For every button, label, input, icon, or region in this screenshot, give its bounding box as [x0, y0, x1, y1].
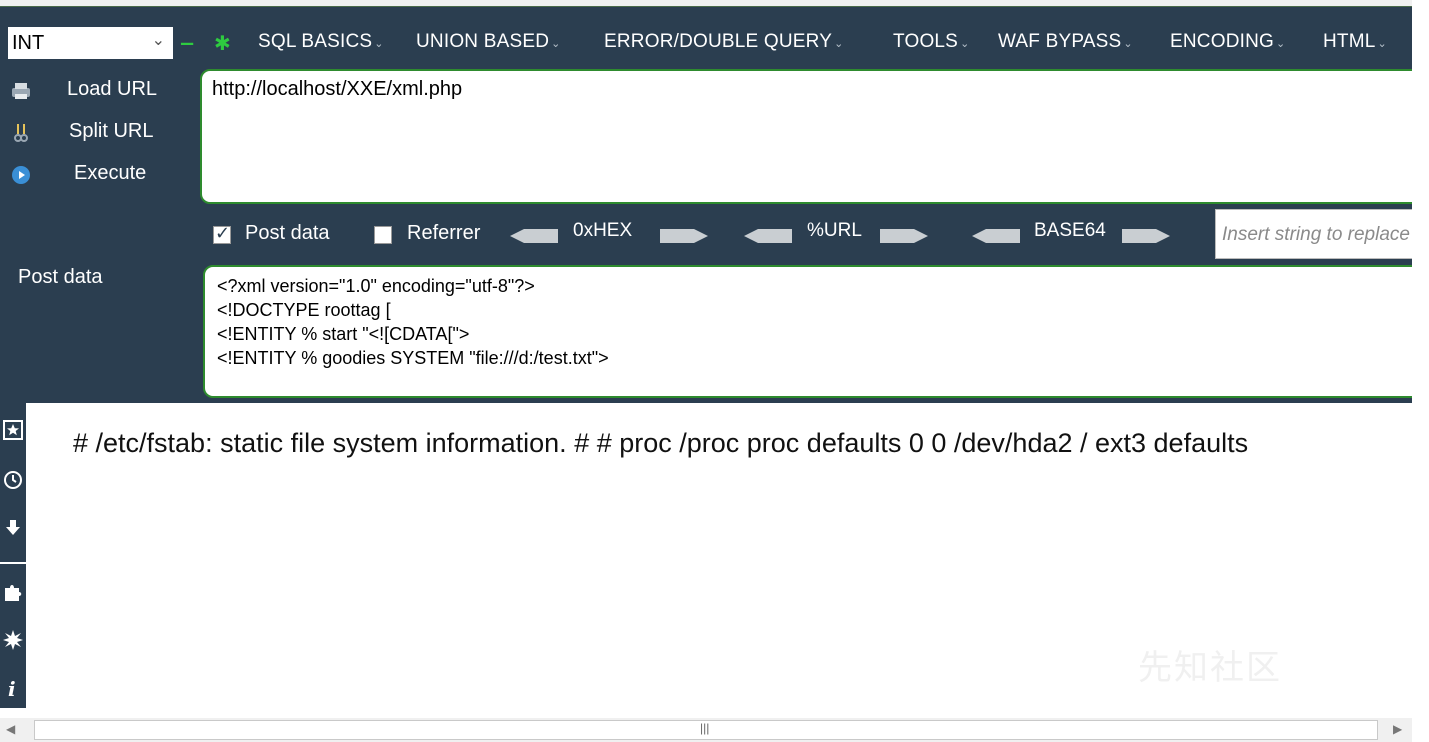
split-url-label: Split URL: [69, 120, 154, 142]
chevron-down-icon: ⌄: [1123, 38, 1133, 50]
menu-label: SQL BASICS: [258, 31, 373, 52]
star-icon[interactable]: ✱: [214, 31, 231, 56]
minus-icon[interactable]: ‒: [181, 30, 193, 56]
url-decode-arrow-icon[interactable]: [744, 229, 792, 243]
sidebar-divider: [0, 562, 26, 564]
menu-label: ERROR/DOUBLE QUERY: [604, 31, 833, 52]
load-url-label: Load URL: [67, 78, 158, 100]
download-icon[interactable]: [3, 518, 23, 538]
menu-label: HTML: [1323, 31, 1376, 52]
menu-waf-bypass[interactable]: WAF BYPASS ⌄: [998, 31, 1133, 53]
menu-label: TOOLS: [893, 31, 959, 52]
type-select-value: INT: [12, 32, 45, 54]
insert-string-placeholder: Insert string to replace: [1222, 224, 1410, 245]
chevron-down-icon: ⌄: [834, 38, 844, 50]
printer-icon: [12, 83, 30, 99]
chevron-down-icon: ⌄: [960, 38, 970, 50]
menu-encoding[interactable]: ENCODING ⌄: [1170, 31, 1285, 53]
chevron-down-icon: ⌄: [374, 38, 384, 50]
bookmark-star-icon[interactable]: [3, 420, 23, 440]
menu-tools[interactable]: TOOLS ⌄: [893, 31, 969, 53]
menu-label: UNION BASED: [416, 31, 550, 52]
watermark: 先知社区: [1138, 649, 1282, 687]
info-icon[interactable]: i: [3, 678, 23, 698]
puzzle-icon[interactable]: [3, 582, 23, 602]
url-encode-arrow-icon[interactable]: [880, 229, 928, 243]
post-data-line: <!ENTITY % goodies SYSTEM "file:///d:/te…: [217, 348, 609, 368]
clock-icon[interactable]: [3, 470, 23, 490]
load-url-button[interactable]: Load URL: [0, 74, 190, 110]
chevron-down-icon: ⌄: [1276, 38, 1286, 50]
svg-text:i: i: [8, 678, 16, 698]
menu-label: ENCODING: [1170, 31, 1274, 52]
insert-string-input[interactable]: Insert string to replace: [1215, 209, 1429, 259]
sidebar: i: [0, 402, 26, 708]
menu-union-based[interactable]: UNION BASED ⌄: [416, 31, 561, 53]
base64-label: BASE64: [1034, 220, 1106, 241]
scroll-right-icon[interactable]: ▶: [1393, 722, 1402, 736]
execute-button[interactable]: Execute: [0, 158, 190, 194]
horizontal-scrollbar[interactable]: ◀ ||| ▶: [0, 718, 1412, 742]
referrer-checkbox[interactable]: [374, 226, 392, 244]
menu-error-double-query[interactable]: ERROR/DOUBLE QUERY ⌄: [604, 31, 844, 53]
menu-label: WAF BYPASS: [998, 31, 1122, 52]
post-data-label: Post data: [18, 266, 103, 288]
post-data-line: <!ENTITY % start "<![CDATA[">: [217, 324, 470, 344]
post-data-checkbox[interactable]: [213, 223, 231, 244]
response-text: # /etc/fstab: static file system informa…: [73, 428, 1249, 458]
execute-label: Execute: [74, 162, 147, 184]
post-data-line: <!DOCTYPE roottag [: [217, 300, 391, 320]
type-select[interactable]: INT ⌄: [8, 27, 173, 59]
window-right-edge: [1412, 0, 1429, 742]
play-icon: [12, 166, 30, 184]
menu-sql-basics[interactable]: SQL BASICS ⌄: [258, 31, 384, 53]
scrollbar-grip-icon[interactable]: |||: [700, 721, 709, 735]
hex-encode-arrow-icon[interactable]: [660, 229, 708, 243]
scroll-left-icon[interactable]: ◀: [6, 722, 15, 736]
scissors-icon: [14, 124, 28, 142]
url-label: %URL: [807, 220, 862, 241]
referrer-checkbox-label: Referrer: [407, 222, 481, 244]
menu-html[interactable]: HTML ⌄: [1323, 31, 1387, 53]
post-data-checkbox-label: Post data: [245, 222, 330, 244]
chevron-down-icon: ⌄: [1377, 38, 1387, 50]
url-value: http://localhost/XXE/xml.php: [212, 78, 463, 100]
chevron-down-icon: ⌄: [151, 32, 165, 49]
post-data-line: <?xml version="1.0" encoding="utf-8"?>: [217, 276, 535, 296]
base64-encode-arrow-icon[interactable]: [1122, 229, 1170, 243]
split-url-button[interactable]: Split URL: [0, 116, 190, 152]
hex-label: 0xHEX: [573, 220, 633, 241]
chevron-down-icon: ⌄: [551, 38, 561, 50]
hex-decode-arrow-icon[interactable]: [510, 229, 558, 243]
base64-decode-arrow-icon[interactable]: [972, 229, 1020, 243]
burst-icon[interactable]: [3, 630, 23, 650]
